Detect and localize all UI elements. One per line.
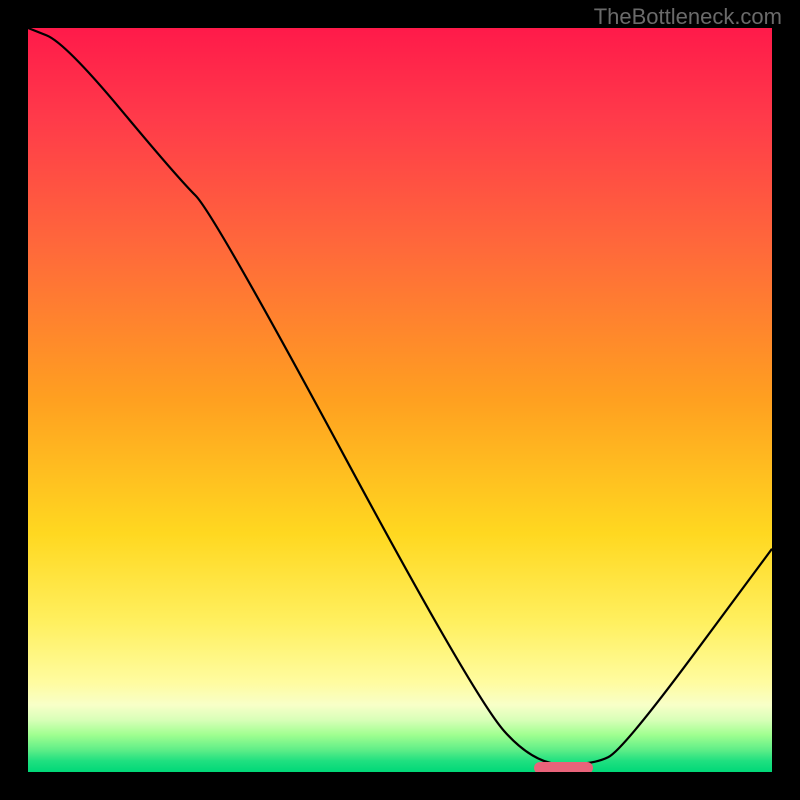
watermark-text: TheBottleneck.com <box>594 4 782 30</box>
plot-area <box>28 28 772 772</box>
bottleneck-curve <box>28 28 772 772</box>
curve-path <box>28 28 772 765</box>
optimum-marker <box>534 762 594 772</box>
